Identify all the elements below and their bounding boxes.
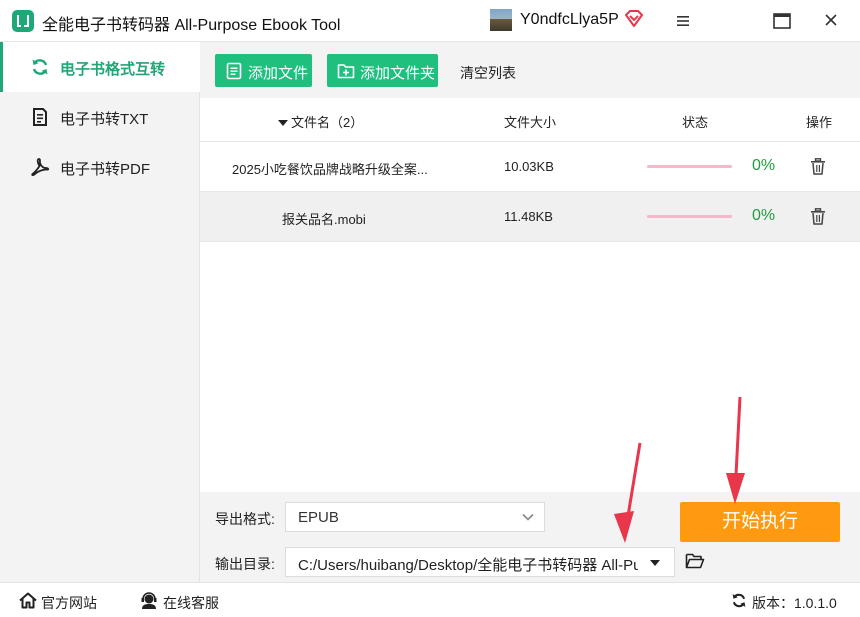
toolbar: 添加文件 添加文件夹 清空列表 — [200, 42, 860, 98]
refresh-icon — [32, 59, 48, 75]
progress-percent: 0% — [752, 207, 776, 224]
version-text: 版本：1.0.1.0 — [752, 595, 837, 611]
minimize-icon[interactable] — [769, 9, 795, 33]
file-size: 10.03KB — [504, 159, 554, 174]
filename-header[interactable]: 文件名（2） — [278, 112, 363, 131]
action-header: 操作 — [806, 115, 833, 130]
sort-down-icon — [278, 120, 288, 126]
app-logo-icon — [12, 10, 34, 32]
home-icon — [19, 592, 37, 609]
folder-open-icon[interactable] — [685, 552, 705, 570]
size-header: 文件大小 — [504, 115, 557, 130]
document-icon — [33, 108, 47, 126]
dropdown-caret-icon — [650, 560, 660, 566]
add-folder-icon — [337, 64, 355, 79]
trash-icon[interactable] — [810, 208, 826, 225]
file-size: 11.48KB — [504, 209, 553, 224]
chevron-down-icon — [522, 513, 534, 521]
export-format-label: 导出格式: — [215, 511, 275, 527]
pdf-icon — [31, 158, 50, 177]
avatar[interactable] — [490, 9, 512, 31]
add-folder-label: 添加文件夹 — [360, 65, 436, 82]
trash-icon[interactable] — [810, 158, 826, 175]
sidebar: 电子书格式互转 电子书转TXT 电子书转PDF — [0, 42, 200, 582]
export-panel: 导出格式: EPUB 输出目录: C:/Users/huibang/Deskto… — [200, 492, 860, 582]
export-format-value: EPUB — [298, 509, 339, 526]
sidebar-item-label: 电子书转PDF — [60, 161, 151, 178]
sidebar-item-label: 电子书格式互转 — [60, 61, 166, 78]
username[interactable]: Y0ndfcLlya5P — [520, 11, 619, 29]
status-header: 状态 — [682, 115, 709, 130]
file-name: 2025小吃餐饮品牌战略升级全案... — [232, 162, 428, 177]
main-panel: 添加文件 添加文件夹 清空列表 文件名（2） 文件大小 状态 操作 2025小吃… — [200, 42, 860, 582]
progress-bar — [647, 215, 732, 218]
progress-percent: 0% — [752, 157, 776, 174]
customer-service-icon — [141, 592, 157, 609]
website-link[interactable]: 官方网站 — [41, 593, 97, 613]
status-bar: 官方网站 在线客服 版本：1.0.1.0 — [0, 582, 860, 617]
menu-icon[interactable] — [670, 9, 696, 33]
window-title: 全能电子书转码器 All-Purpose Ebook Tool — [42, 17, 341, 34]
start-button[interactable]: 开始执行 — [680, 502, 840, 542]
export-format-select[interactable]: EPUB — [285, 502, 545, 532]
add-file-label: 添加文件 — [248, 65, 309, 82]
sidebar-item-to-pdf[interactable]: 电子书转PDF — [0, 142, 200, 192]
add-file-icon — [226, 62, 242, 80]
title-bar: 全能电子书转码器 All-Purpose Ebook Tool Y0ndfcLl… — [0, 0, 860, 42]
output-dir-value: C:/Users/huibang/Desktop/全能电子书转码器 All-Pu — [298, 557, 638, 574]
add-folder-button[interactable]: 添加文件夹 — [327, 54, 438, 87]
add-file-button[interactable]: 添加文件 — [215, 54, 312, 87]
table-row[interactable]: 2025小吃餐饮品牌战略升级全案... 10.03KB 0% — [200, 142, 860, 192]
output-dir-label: 输出目录: — [215, 556, 275, 572]
support-link[interactable]: 在线客服 — [163, 593, 219, 613]
clear-list-button[interactable]: 清空列表 — [460, 63, 516, 83]
sidebar-item-to-txt[interactable]: 电子书转TXT — [0, 92, 200, 142]
close-icon[interactable] — [818, 9, 844, 33]
table-row[interactable]: 报关品名.mobi 11.48KB 0% — [200, 192, 860, 242]
output-dir-select[interactable]: C:/Users/huibang/Desktop/全能电子书转码器 All-Pu — [285, 547, 675, 577]
table-header: 文件名（2） 文件大小 状态 操作 — [200, 98, 860, 142]
progress-bar — [647, 165, 732, 168]
sidebar-item-label: 电子书转TXT — [60, 111, 149, 128]
filename-header-label: 文件名（2） — [291, 115, 364, 130]
sidebar-item-format-convert[interactable]: 电子书格式互转 — [0, 42, 200, 92]
diamond-icon[interactable] — [624, 10, 644, 28]
refresh-icon — [732, 593, 746, 608]
file-name: 报关品名.mobi — [282, 212, 366, 227]
